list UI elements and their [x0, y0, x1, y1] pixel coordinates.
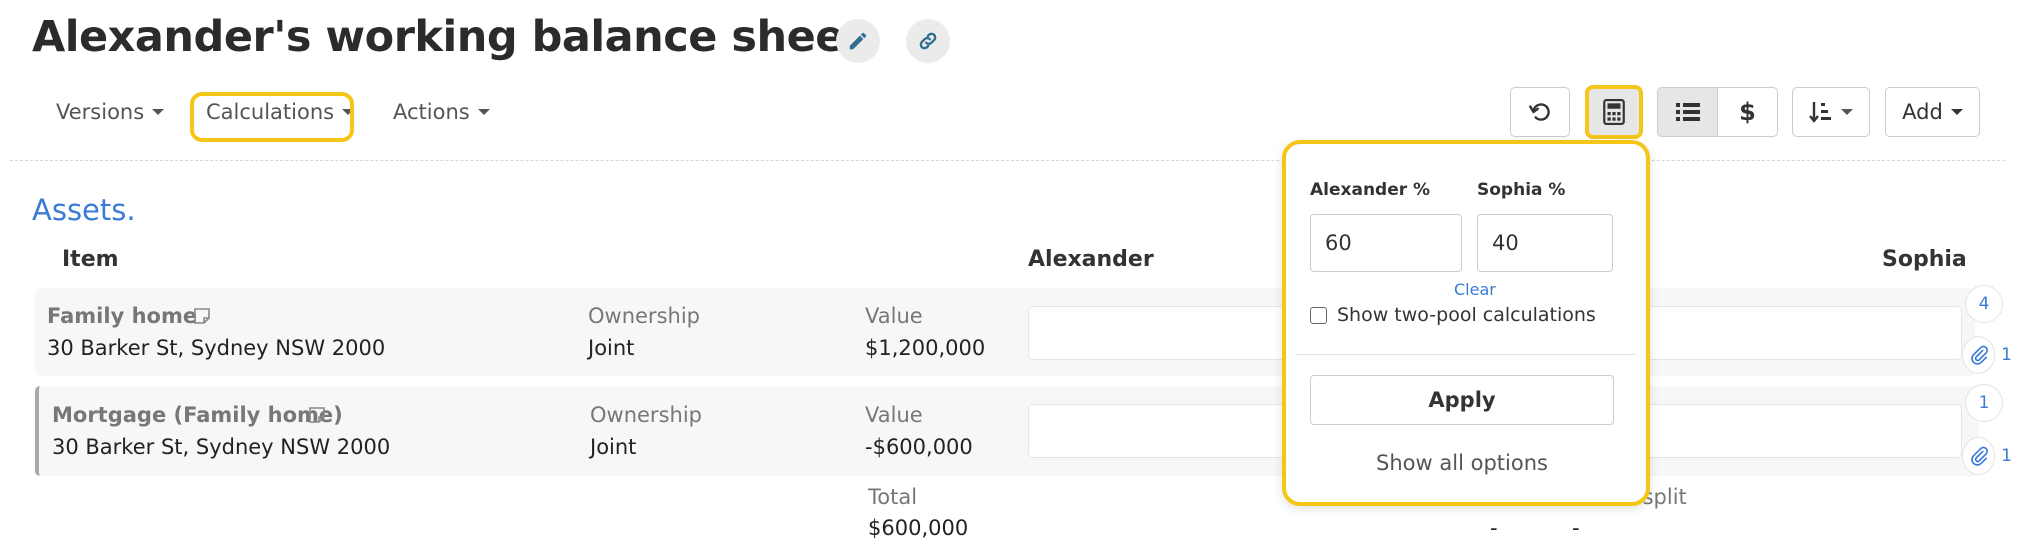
sophia-percent-input[interactable]: 40	[1477, 214, 1613, 272]
sophia-total-dash: -	[1572, 516, 1580, 540]
undo-icon	[1529, 103, 1550, 121]
paperclip-icon	[1962, 437, 1996, 475]
ownership-value: Joint	[588, 336, 635, 360]
calculator-button[interactable]	[1585, 85, 1643, 139]
versions-menu[interactable]: Versions	[56, 100, 165, 124]
attachment-count: 1	[2001, 446, 2012, 466]
share-link-button[interactable]	[906, 19, 950, 63]
list-icon	[1675, 103, 1700, 121]
two-pool-checkbox[interactable]	[1310, 307, 1327, 324]
column-header-sophia: Sophia	[1882, 247, 1967, 272]
add-label: Add	[1902, 100, 1943, 124]
comment-count-badge[interactable]: 4	[1965, 285, 2003, 323]
value-label: Value	[865, 403, 923, 427]
sort-button[interactable]	[1792, 87, 1870, 137]
actions-label: Actions	[393, 100, 470, 124]
undo-button[interactable]	[1510, 87, 1570, 137]
pencil-icon	[849, 32, 867, 50]
divider	[10, 160, 2005, 161]
edit-title-button[interactable]	[836, 19, 880, 63]
clear-link[interactable]: Clear	[1454, 280, 1496, 299]
attachment-badge[interactable]: 1	[1962, 437, 2012, 475]
note-icon[interactable]	[308, 406, 326, 424]
sophia-percent-label: Sophia %	[1477, 180, 1566, 200]
sort-icon	[1809, 102, 1831, 123]
total-value: $600,000	[868, 516, 969, 540]
calculations-popover: Alexander % Sophia % 60 40 Clear Show tw…	[1282, 140, 1650, 506]
column-header-item: Item	[62, 247, 119, 272]
show-all-options-link[interactable]: Show all options	[1310, 451, 1614, 475]
actions-menu[interactable]: Actions	[393, 100, 490, 124]
alexander-total-dash: -	[1490, 516, 1498, 540]
popover-divider	[1296, 354, 1636, 355]
alexander-amount-field[interactable]	[1028, 306, 1290, 360]
item-address: 30 Barker St, Sydney NSW 2000	[47, 336, 386, 360]
alexander-percent-input[interactable]: 60	[1310, 214, 1462, 272]
apply-button[interactable]: Apply	[1310, 375, 1614, 425]
item-name: Family home	[47, 304, 198, 328]
paperclip-icon	[1962, 336, 1996, 374]
total-label: Total	[868, 485, 918, 509]
alexander-amount-field[interactable]	[1028, 404, 1290, 458]
dollar-view-button[interactable]: $	[1717, 87, 1778, 137]
versions-label: Versions	[56, 100, 145, 124]
attachment-badge[interactable]: 1	[1962, 336, 2012, 374]
section-title: Assets.	[32, 193, 136, 227]
calculations-highlight	[190, 92, 354, 142]
chevron-down-icon	[1841, 109, 1853, 115]
value-label: Value	[865, 304, 923, 328]
link-icon	[919, 32, 937, 50]
ownership-label: Ownership	[590, 403, 702, 427]
note-icon[interactable]	[193, 307, 211, 325]
two-pool-label: Show two-pool calculations	[1337, 304, 1596, 326]
attachment-count: 1	[2001, 345, 2012, 365]
value-amount: -$600,000	[865, 435, 973, 459]
ownership-value: Joint	[590, 435, 637, 459]
value-amount: $1,200,000	[865, 336, 986, 360]
item-address: 30 Barker St, Sydney NSW 2000	[52, 435, 391, 459]
comment-count-badge[interactable]: 1	[1965, 384, 2003, 422]
column-header-alexander: Alexander	[1028, 247, 1154, 272]
chevron-down-icon	[477, 109, 490, 115]
item-name: Mortgage (Family home)	[52, 403, 343, 427]
alexander-percent-label: Alexander %	[1310, 180, 1431, 200]
page-title: Alexander's working balance sheet	[32, 12, 864, 62]
calculator-icon	[1603, 99, 1625, 125]
sophia-amount-field[interactable]	[1640, 404, 1962, 458]
sophia-amount-field[interactable]	[1640, 306, 1962, 360]
chevron-down-icon	[152, 109, 165, 115]
chevron-down-icon	[1950, 109, 1963, 115]
list-view-button[interactable]	[1657, 87, 1718, 137]
add-button[interactable]: Add	[1885, 87, 1980, 137]
ownership-label: Ownership	[588, 304, 700, 328]
